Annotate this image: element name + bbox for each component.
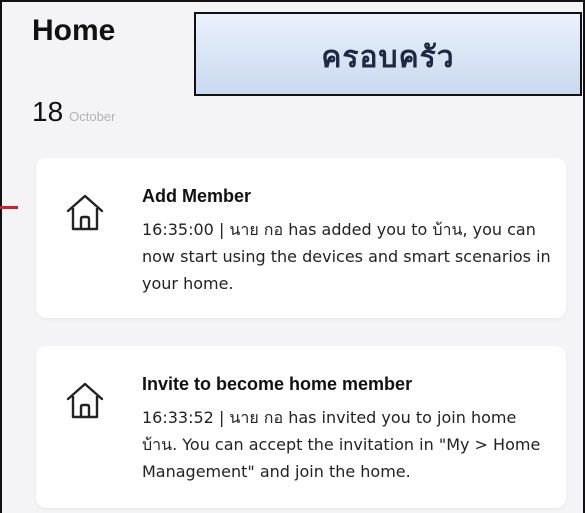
- date-day: 18: [32, 96, 64, 127]
- banner-label: ครอบครัว: [321, 39, 455, 75]
- family-banner: ครอบครัว: [194, 12, 582, 96]
- home-icon: [62, 190, 108, 236]
- notification-card[interactable]: Invite to become home member 16:33:52 | …: [36, 346, 566, 508]
- notification-body: 16:35:00 | นาย กอ has added you to บ้าน,…: [142, 220, 551, 293]
- page-title: Home: [32, 14, 116, 47]
- notification-body: 16:33:52 | นาย กอ has invited you to joi…: [142, 408, 541, 481]
- frame-top-border: [0, 0, 585, 2]
- date-header: 18 October: [32, 96, 115, 128]
- home-icon: [62, 378, 108, 424]
- date-month: October: [69, 109, 116, 124]
- notification-title: Add Member: [142, 186, 252, 206]
- red-pointer-line: [0, 206, 18, 209]
- notification-card[interactable]: Add Member 16:35:00 | นาย กอ has added y…: [36, 158, 566, 318]
- notification-title: Invite to become home member: [142, 374, 413, 394]
